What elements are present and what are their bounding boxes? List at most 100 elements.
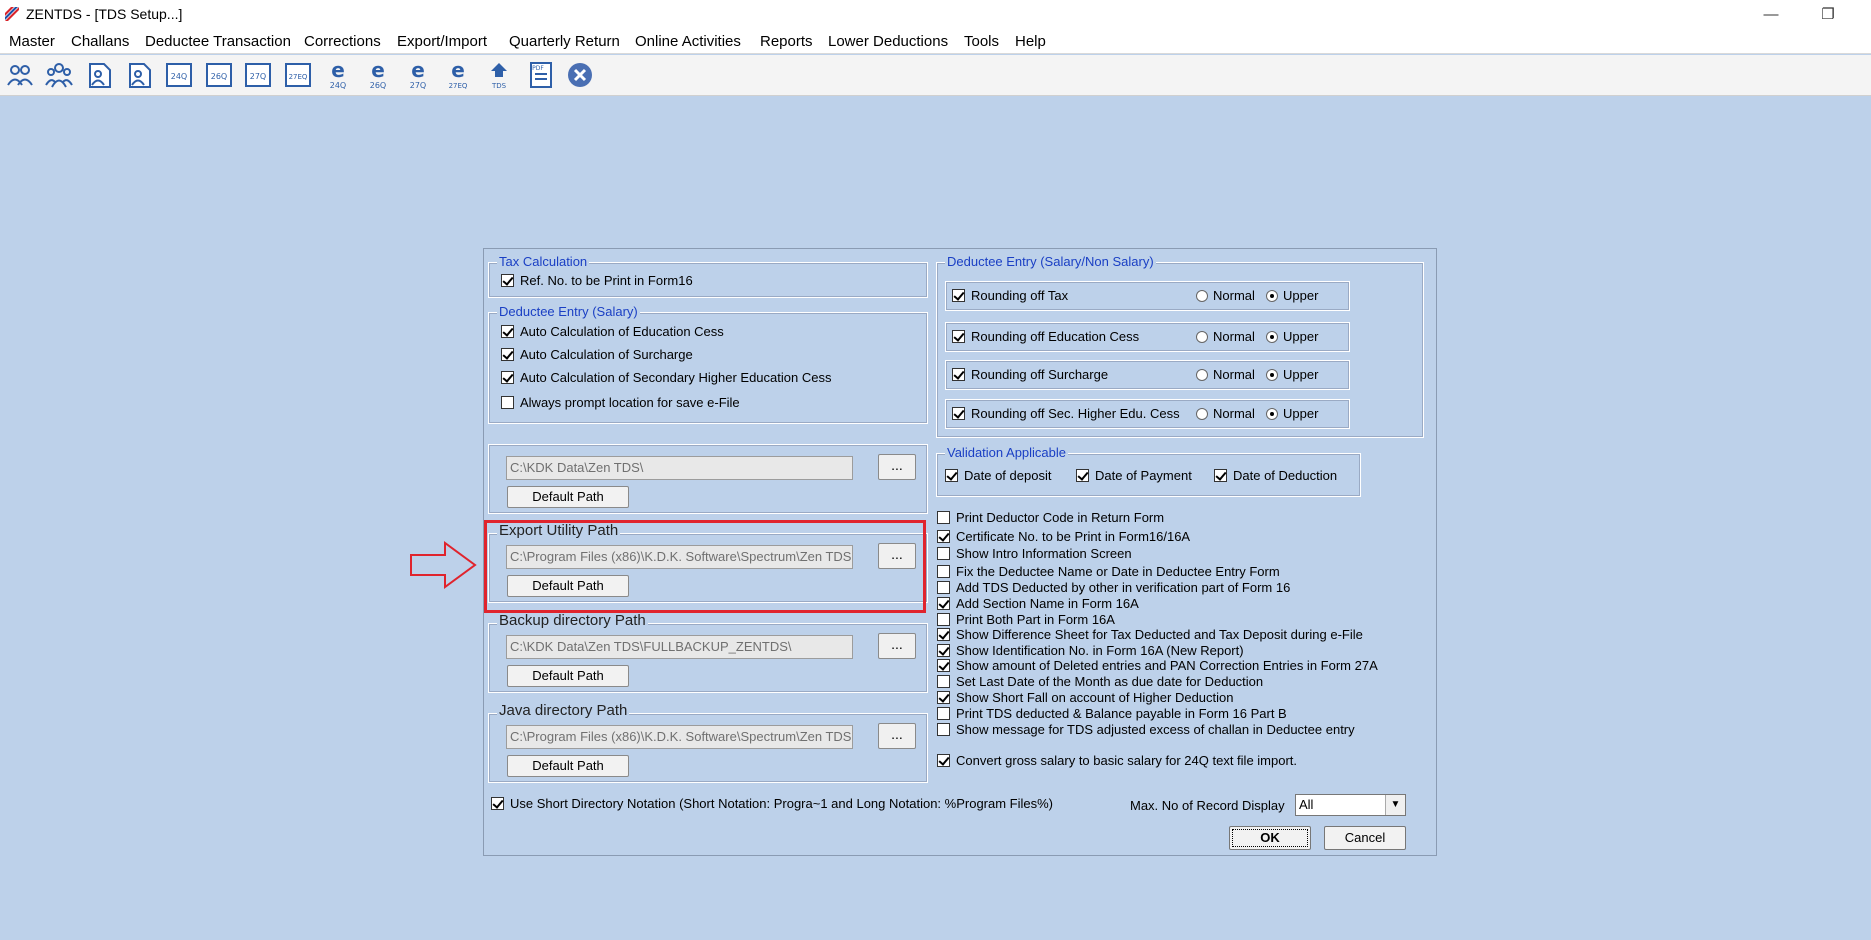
menu-challans[interactable]: Challans <box>71 32 129 52</box>
deductor-icon[interactable] <box>5 60 35 90</box>
rounding-surcharge-upper-option[interactable]: Upper <box>1266 366 1318 384</box>
data-path-input[interactable]: C:\KDK Data\Zen TDS\ <box>506 456 853 480</box>
rounding-tax-checkbox[interactable] <box>952 289 965 302</box>
backup-path-browse-button[interactable]: ... <box>878 633 916 659</box>
menu-lower-deductions[interactable]: Lower Deductions <box>828 32 948 52</box>
menu-export-import[interactable]: Export/Import <box>397 32 487 52</box>
form-27q-icon[interactable]: 27Q <box>243 60 273 90</box>
form-24q-icon[interactable]: 24Q <box>164 60 194 90</box>
chevron-down-icon[interactable]: ▼ <box>1385 795 1405 815</box>
max-records-select[interactable]: All ▼ <box>1295 794 1406 816</box>
menu-online-activities[interactable]: Online Activities <box>635 32 741 52</box>
option-row[interactable]: Show Intro Information Screen <box>937 545 1132 563</box>
menu-tools[interactable]: Tools <box>964 32 999 52</box>
rounding-surcharge-upper-radio[interactable] <box>1266 369 1278 381</box>
certificate-no-checkbox[interactable] <box>937 530 950 543</box>
form-27eq-icon[interactable]: 27EQ <box>283 60 313 90</box>
prompt-save-efile-row[interactable]: Always prompt location for save e-File <box>501 394 740 412</box>
rounding-edu-cess-normal-radio[interactable] <box>1196 331 1208 343</box>
convert-gross-checkbox[interactable] <box>937 754 950 767</box>
print-deductor-code-checkbox[interactable] <box>937 511 950 524</box>
auto-sec-higher-edu-cess-row[interactable]: Auto Calculation of Secondary Higher Edu… <box>501 369 831 387</box>
user-add-icon[interactable] <box>84 60 114 90</box>
short-notation-checkbox[interactable] <box>491 797 504 810</box>
rounding-sec-higher-checkbox[interactable] <box>952 407 965 420</box>
rounding-tax-normal-option[interactable]: Normal <box>1196 287 1255 305</box>
rounding-sec-higher-row[interactable]: Rounding off Sec. Higher Edu. Cess <box>952 405 1180 423</box>
short-fall-checkbox[interactable] <box>937 691 950 704</box>
add-section-name-checkbox[interactable] <box>937 597 950 610</box>
print-both-part-checkbox[interactable] <box>937 613 950 626</box>
auto-surcharge-row[interactable]: Auto Calculation of Surcharge <box>501 346 693 364</box>
tds-icon[interactable]: TDS <box>484 60 514 90</box>
option-row[interactable]: Show message for TDS adjusted excess of … <box>937 721 1355 739</box>
difference-sheet-checkbox[interactable] <box>937 628 950 641</box>
close-app-icon[interactable] <box>565 60 595 90</box>
rounding-sec-higher-normal-radio[interactable] <box>1196 408 1208 420</box>
menu-corrections[interactable]: Corrections <box>304 32 381 52</box>
date-of-deposit-checkbox[interactable] <box>945 469 958 482</box>
rounding-sec-higher-normal-option[interactable]: Normal <box>1196 405 1255 423</box>
rounding-edu-cess-upper-radio[interactable] <box>1266 331 1278 343</box>
menu-help[interactable]: Help <box>1015 32 1046 52</box>
auto-edu-cess-checkbox[interactable] <box>501 325 514 338</box>
backup-default-path-button[interactable]: Default Path <box>507 665 629 687</box>
java-default-path-button[interactable]: Default Path <box>507 755 629 777</box>
restore-button[interactable]: ❐ <box>1813 4 1843 26</box>
cancel-button[interactable]: Cancel <box>1324 826 1406 850</box>
rounding-edu-cess-row[interactable]: Rounding off Education Cess <box>952 328 1139 346</box>
short-notation-row[interactable]: Use Short Directory Notation (Short Nota… <box>491 795 1053 813</box>
prompt-save-efile-checkbox[interactable] <box>501 396 514 409</box>
efile-27eq-icon[interactable]: e 27EQ <box>443 58 473 90</box>
rounding-surcharge-row[interactable]: Rounding off Surcharge <box>952 366 1108 384</box>
rounding-surcharge-checkbox[interactable] <box>952 368 965 381</box>
rounding-tax-row[interactable]: Rounding off Tax <box>952 287 1068 305</box>
efile-27q-icon[interactable]: e 27Q <box>403 58 433 90</box>
ref-no-checkbox[interactable] <box>501 274 514 287</box>
menu-quarterly-return[interactable]: Quarterly Return <box>509 32 620 52</box>
print-tds-balance-checkbox[interactable] <box>937 707 950 720</box>
ref-no-checkbox-row[interactable]: Ref. No. to be Print in Form16 <box>501 272 693 290</box>
date-of-deposit-row[interactable]: Date of deposit <box>945 467 1051 485</box>
rounding-surcharge-normal-radio[interactable] <box>1196 369 1208 381</box>
rounding-surcharge-normal-option[interactable]: Normal <box>1196 366 1255 384</box>
rounding-edu-cess-checkbox[interactable] <box>952 330 965 343</box>
rounding-edu-cess-normal-option[interactable]: Normal <box>1196 328 1255 346</box>
efile-24q-icon[interactable]: e 24Q <box>323 58 353 90</box>
menu-reports[interactable]: Reports <box>760 32 813 52</box>
rounding-sec-higher-upper-option[interactable]: Upper <box>1266 405 1318 423</box>
deleted-entries-checkbox[interactable] <box>937 659 950 672</box>
data-path-browse-button[interactable]: ... <box>878 454 916 480</box>
rounding-tax-upper-radio[interactable] <box>1266 290 1278 302</box>
pdf-report-icon[interactable]: PDF <box>526 60 556 90</box>
menu-master[interactable]: Master <box>9 32 55 52</box>
rounding-tax-upper-option[interactable]: Upper <box>1266 287 1318 305</box>
tds-adjusted-message-checkbox[interactable] <box>937 723 950 736</box>
minimize-button[interactable]: — <box>1756 4 1786 26</box>
user-edit-icon[interactable] <box>124 60 154 90</box>
identification-no-checkbox[interactable] <box>937 644 950 657</box>
java-path-input[interactable]: C:\Program Files (x86)\K.D.K. Software\S… <box>506 725 853 749</box>
java-path-browse-button[interactable]: ... <box>878 723 916 749</box>
efile-26q-icon[interactable]: e 26Q <box>363 58 393 90</box>
option-row[interactable]: Print Deductor Code in Return Form <box>937 509 1164 527</box>
convert-gross-row[interactable]: Convert gross salary to basic salary for… <box>937 752 1297 770</box>
ok-button[interactable]: OK <box>1229 826 1311 850</box>
backup-path-input[interactable]: C:\KDK Data\Zen TDS\FULLBACKUP_ZENTDS\ <box>506 635 853 659</box>
auto-edu-cess-row[interactable]: Auto Calculation of Education Cess <box>501 323 724 341</box>
rounding-edu-cess-upper-option[interactable]: Upper <box>1266 328 1318 346</box>
last-date-month-checkbox[interactable] <box>937 675 950 688</box>
fix-deductee-name-checkbox[interactable] <box>937 565 950 578</box>
deductee-icon[interactable] <box>44 60 74 90</box>
date-of-payment-row[interactable]: Date of Payment <box>1076 467 1192 485</box>
auto-surcharge-checkbox[interactable] <box>501 348 514 361</box>
auto-sec-higher-edu-cess-checkbox[interactable] <box>501 371 514 384</box>
data-default-path-button[interactable]: Default Path <box>507 486 629 508</box>
date-of-deduction-row[interactable]: Date of Deduction <box>1214 467 1337 485</box>
intro-screen-checkbox[interactable] <box>937 547 950 560</box>
rounding-tax-normal-radio[interactable] <box>1196 290 1208 302</box>
rounding-sec-higher-upper-radio[interactable] <box>1266 408 1278 420</box>
date-of-payment-checkbox[interactable] <box>1076 469 1089 482</box>
add-tds-other-checkbox[interactable] <box>937 581 950 594</box>
menu-deductee-transaction[interactable]: Deductee Transaction <box>145 32 291 52</box>
